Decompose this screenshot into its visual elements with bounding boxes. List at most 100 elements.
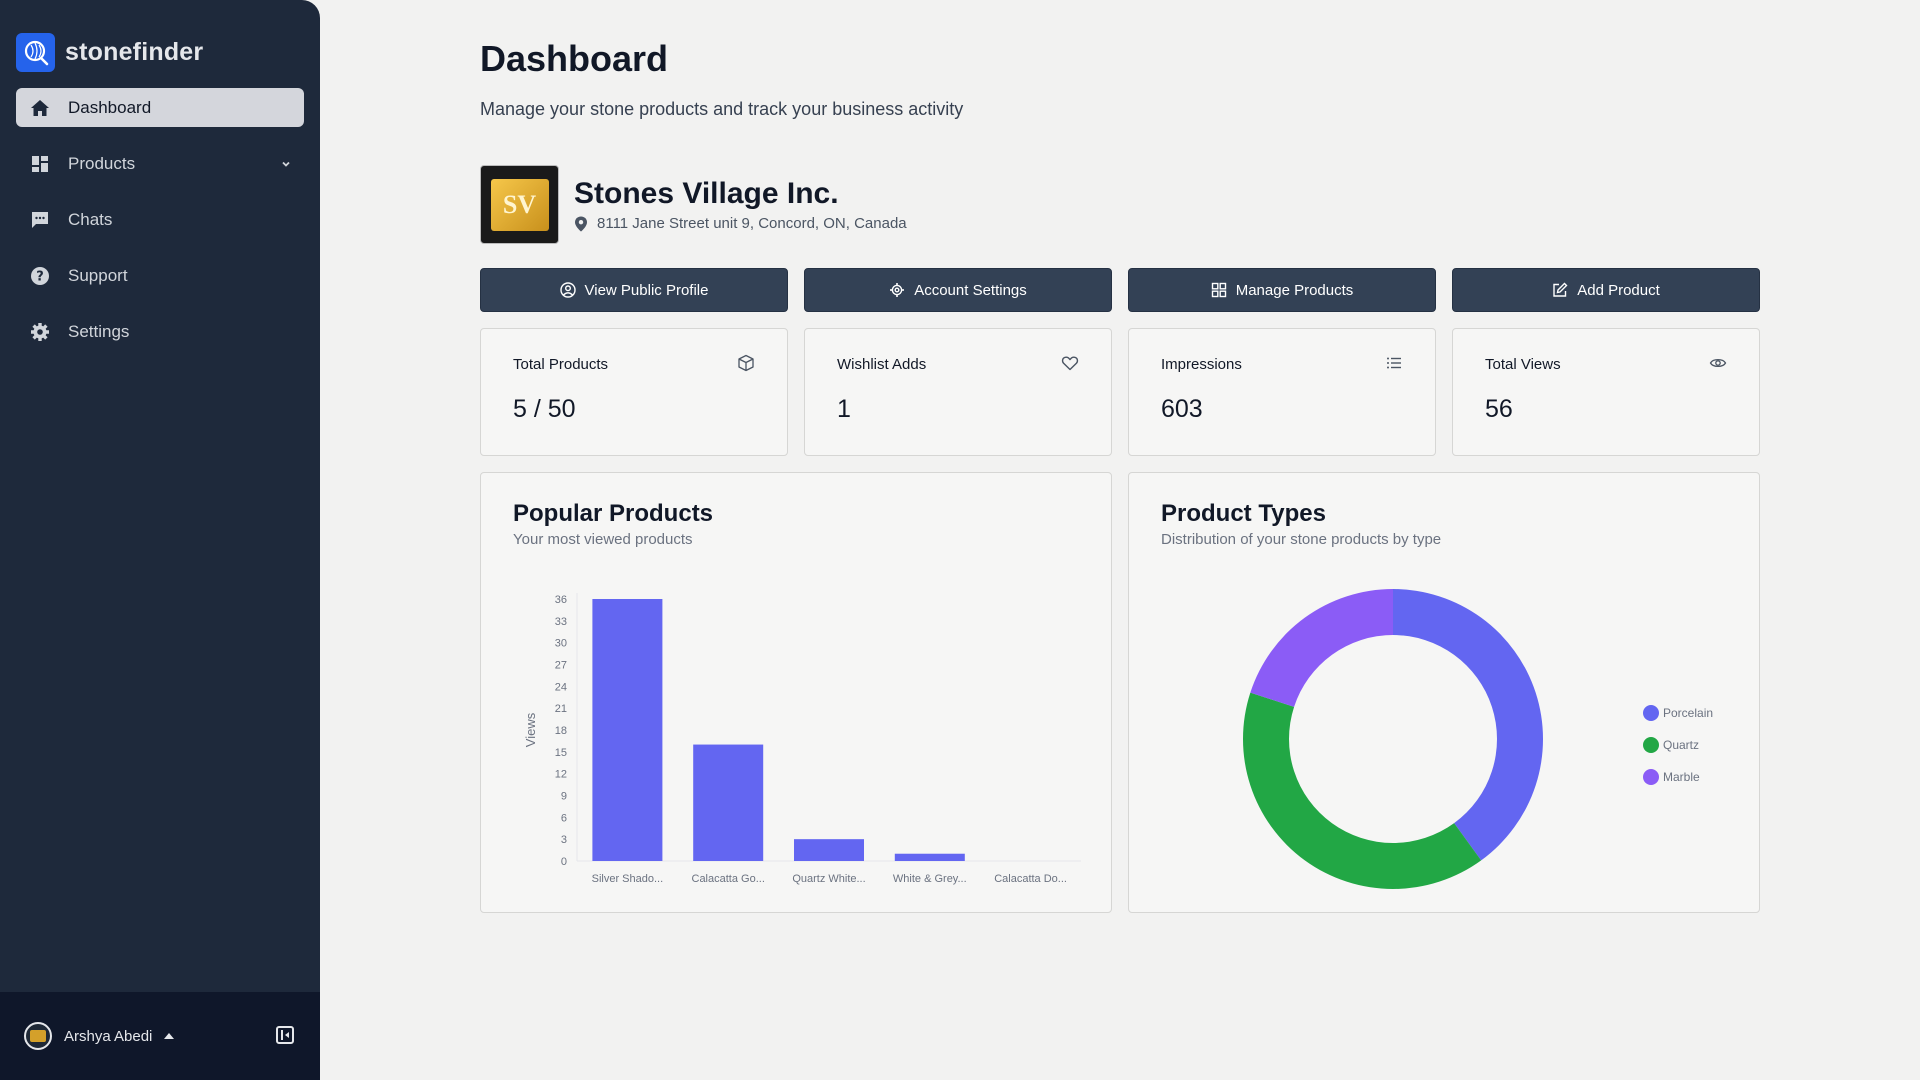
button-label: Manage Products: [1235, 281, 1354, 299]
stat-card-total-views: Total Views 56: [1452, 328, 1760, 456]
popular-products-panel: Popular Products Your most viewed produc…: [480, 472, 1112, 913]
chart-legend: Porcelain Quartz Marble: [1643, 697, 1713, 793]
x-tick-label: Quartz White...: [792, 873, 865, 885]
stat-card-impressions: Impressions 603: [1128, 328, 1436, 456]
stat-label: Impressions: [1161, 356, 1242, 373]
sidebar-item-dashboard[interactable]: Dashboard: [16, 88, 304, 127]
x-tick-label: Calacatta Go...: [692, 873, 765, 885]
product-types-panel: Product Types Distribution of your stone…: [1128, 472, 1760, 913]
donut-slice[interactable]: [1243, 692, 1482, 889]
svg-text:?: ?: [36, 269, 44, 284]
help-icon: ?: [29, 265, 51, 287]
y-tick-label: 24: [555, 681, 567, 693]
add-product-button[interactable]: Add Product: [1452, 268, 1760, 312]
box-icon: [737, 354, 755, 377]
y-tick-label: 27: [555, 660, 567, 672]
stonefinder-logo-icon: [16, 33, 55, 72]
edit-icon: [1553, 282, 1568, 297]
grid-icon: [1211, 282, 1226, 298]
heart-icon: [1061, 354, 1079, 377]
eye-icon: [1709, 354, 1727, 377]
stat-label: Total Products: [513, 356, 609, 373]
y-tick-label: 30: [555, 638, 567, 650]
charts-row: Popular Products Your most viewed produc…: [480, 472, 1760, 913]
y-tick-label: 18: [555, 725, 567, 737]
gear-icon: [890, 283, 905, 297]
user-circle-icon: [559, 282, 576, 298]
y-tick-label: 15: [555, 747, 567, 759]
button-label: Add Product: [1577, 281, 1660, 299]
popular-products-bar-chart: 0369121518212427303336ViewsSilver Shado.…: [523, 593, 1081, 885]
donut-slice[interactable]: [1250, 589, 1393, 707]
button-label: Account Settings: [914, 281, 1027, 299]
legend-item[interactable]: Porcelain: [1643, 697, 1713, 729]
y-tick-label: 12: [555, 769, 567, 781]
sidebar-item-label: Dashboard: [68, 97, 152, 117]
stat-value: 1: [837, 395, 851, 423]
brand[interactable]: stonefinder: [16, 33, 203, 72]
button-label: View Public Profile: [584, 281, 709, 299]
stat-label: Total Views: [1485, 356, 1561, 373]
grid-icon: [29, 153, 51, 175]
stat-value: 603: [1161, 395, 1203, 423]
brand-name: stonefinder: [65, 38, 204, 66]
product-types-donut-chart: [1243, 589, 1543, 889]
y-tick-label: 36: [555, 594, 567, 606]
sidebar-item-chats[interactable]: Chats: [16, 200, 304, 239]
y-tick-label: 21: [555, 703, 567, 715]
action-buttons: View Public Profile Account Settings Man…: [480, 268, 1760, 312]
chevron-down-icon[interactable]: [280, 155, 292, 175]
y-tick-label: 3: [561, 834, 567, 846]
stat-value: 56: [1485, 395, 1513, 423]
stat-card-wishlist-adds: Wishlist Adds 1: [804, 328, 1112, 456]
legend-swatch: [1643, 769, 1659, 785]
y-tick-label: 6: [561, 812, 567, 824]
y-tick-label: 9: [561, 791, 567, 803]
y-tick-label: 33: [555, 616, 567, 628]
x-tick-label: Silver Shado...: [592, 873, 664, 885]
legend-label: Porcelain: [1663, 706, 1714, 720]
sidebar-nav: Dashboard Products Chats ? Support Setti…: [16, 88, 304, 368]
bar[interactable]: [592, 599, 663, 861]
bar[interactable]: [794, 839, 864, 861]
legend-item[interactable]: Quartz: [1643, 729, 1713, 761]
bar[interactable]: [894, 853, 965, 861]
sidebar-item-support[interactable]: ? Support: [16, 256, 304, 295]
company-logo: SV: [480, 165, 559, 244]
y-axis-label: Views: [523, 712, 538, 747]
user-name[interactable]: Arshya Abedi: [64, 1028, 152, 1045]
list-icon: [1385, 354, 1403, 377]
caret-up-icon[interactable]: [164, 1033, 175, 1039]
y-tick-label: 0: [561, 856, 567, 868]
company-address: 8111 Jane Street unit 9, Concord, ON, Ca…: [574, 215, 907, 232]
legend-swatch: [1643, 737, 1659, 753]
sidebar-item-label: Chats: [68, 209, 113, 229]
sidebar: stonefinder Dashboard Products Chats ? S…: [0, 0, 320, 1080]
collapse-sidebar-icon[interactable]: [276, 1026, 294, 1044]
company-logo-text: SV: [490, 178, 549, 231]
x-tick-label: Calacatta Do...: [994, 873, 1067, 885]
sidebar-item-label: Support: [68, 265, 128, 285]
home-icon: [29, 97, 51, 119]
company-address-text: 8111 Jane Street unit 9, Concord, ON, Ca…: [597, 215, 907, 232]
page-subtitle: Manage your stone products and track you…: [480, 99, 964, 119]
sidebar-item-products[interactable]: Products: [16, 144, 304, 183]
sidebar-item-settings[interactable]: Settings: [16, 312, 304, 351]
stat-value: 5 / 50: [513, 395, 576, 423]
legend-label: Quartz: [1663, 738, 1700, 752]
stat-card-total-products: Total Products 5 / 50: [480, 328, 788, 456]
legend-item[interactable]: Marble: [1643, 761, 1713, 793]
view-public-profile-button[interactable]: View Public Profile: [480, 268, 788, 312]
stat-label: Wishlist Adds: [837, 356, 927, 373]
bar[interactable]: [693, 744, 764, 861]
company-header: SV Stones Village Inc. 8111 Jane Street …: [480, 165, 907, 244]
x-tick-label: White & Grey...: [893, 873, 967, 885]
manage-products-button[interactable]: Manage Products: [1128, 268, 1436, 312]
company-name: Stones Village Inc.: [574, 177, 839, 210]
sidebar-footer: Arshya Abedi: [0, 992, 320, 1080]
account-settings-button[interactable]: Account Settings: [804, 268, 1112, 312]
avatar[interactable]: [24, 1022, 52, 1050]
location-pin-icon: [575, 216, 587, 231]
legend-label: Marble: [1663, 770, 1700, 784]
donut-slice[interactable]: [1393, 589, 1543, 861]
